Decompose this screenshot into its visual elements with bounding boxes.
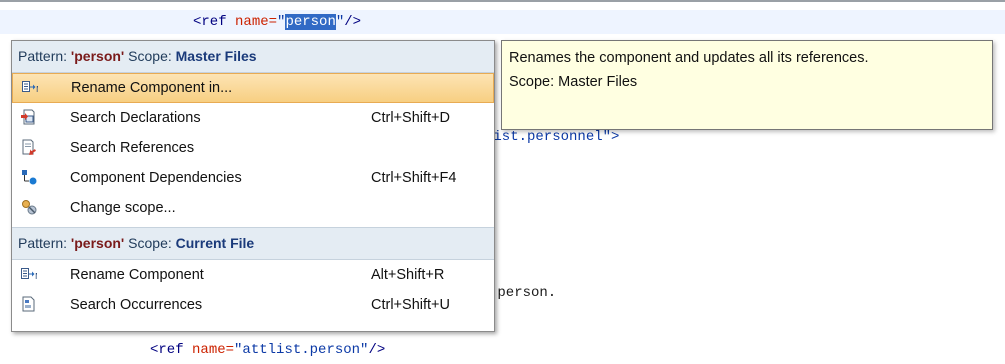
svg-text:N: N bbox=[36, 85, 38, 94]
menu-item-label: Rename Component in... bbox=[71, 80, 233, 96]
menu-item-search-references[interactable]: Search References bbox=[12, 133, 494, 163]
menu-item-label: Search References bbox=[70, 140, 195, 156]
menu-item-search-declarations[interactable]: Search Declarations Ctrl+Shift+D bbox=[12, 103, 494, 133]
code-attr-name: name= bbox=[192, 342, 235, 358]
code-line-ref-attlist[interactable]: <ref name="attlist.person"/> bbox=[150, 342, 385, 358]
component-dependencies-icon bbox=[22, 170, 37, 185]
tooltip-scope: Scope: Master Files bbox=[509, 74, 638, 90]
menu-item-rename-component[interactable]: N Rename Component Alt+Shift+R bbox=[12, 260, 494, 290]
code-tag-open: <ref bbox=[193, 14, 236, 30]
pattern-label: Pattern: bbox=[18, 235, 68, 251]
refactoring-popup-menu: Pattern: 'person' Scope: Master Files N … bbox=[11, 40, 495, 332]
current-line-highlight bbox=[0, 10, 1005, 34]
menu-item-rename-component-in[interactable]: N Rename Component in... bbox=[12, 73, 494, 103]
rename-icon: N bbox=[22, 81, 38, 94]
code-line-fragment-2[interactable]: person. bbox=[489, 285, 556, 301]
scope-value: Master Files bbox=[175, 48, 257, 64]
section-header-master-files: Pattern: 'person' Scope: Master Files bbox=[12, 41, 494, 73]
pattern-value: 'person' bbox=[70, 235, 125, 251]
scope-label: Scope: bbox=[128, 48, 172, 64]
svg-text:N: N bbox=[35, 272, 37, 281]
code-tag-close: /> bbox=[368, 342, 386, 358]
menu-item-shortcut: Ctrl+Shift+F4 bbox=[371, 170, 457, 186]
scope-label: Scope: bbox=[128, 235, 172, 251]
pattern-value: 'person' bbox=[70, 48, 125, 64]
code-attr-value: "attlist.person" bbox=[234, 342, 369, 358]
rename-icon: N bbox=[21, 268, 37, 281]
code-quote: " bbox=[335, 14, 345, 30]
editor-border bbox=[0, 0, 1005, 2]
menu-item-shortcut: Ctrl+Shift+U bbox=[371, 297, 450, 313]
menu-item-change-scope[interactable]: Change scope... bbox=[12, 193, 494, 223]
selected-text[interactable]: person bbox=[285, 14, 336, 30]
search-occurrences-icon bbox=[22, 296, 35, 312]
change-scope-icon bbox=[22, 200, 37, 215]
pattern-label: Pattern: bbox=[18, 48, 68, 64]
menu-item-label: Change scope... bbox=[70, 200, 176, 216]
scope-value: Current File bbox=[175, 235, 255, 251]
code-tag-close: /> bbox=[344, 14, 362, 30]
code-attr-value: list.personnel"> bbox=[485, 129, 620, 145]
menu-item-label: Search Declarations bbox=[70, 110, 201, 126]
code-tag-open: <ref bbox=[150, 342, 193, 358]
section-header-current-file: Pattern: 'person' Scope: Current File bbox=[12, 227, 494, 260]
menu-item-shortcut: Ctrl+Shift+D bbox=[371, 110, 450, 126]
search-declarations-icon bbox=[21, 109, 35, 125]
search-references-icon bbox=[22, 139, 36, 155]
menu-item-component-dependencies[interactable]: Component Dependencies Ctrl+Shift+F4 bbox=[12, 163, 494, 193]
menu-item-label: Rename Component bbox=[70, 267, 204, 283]
menu-item-label: Component Dependencies bbox=[70, 170, 242, 186]
code-line-fragment[interactable]: list.personnel"> bbox=[485, 129, 619, 145]
tooltip-description: Renames the component and updates all it… bbox=[509, 50, 869, 66]
action-description-tooltip: Renames the component and updates all it… bbox=[501, 40, 993, 130]
menu-item-shortcut: Alt+Shift+R bbox=[371, 267, 445, 283]
code-attr-name: name= bbox=[235, 14, 278, 30]
code-line-ref-person[interactable]: <ref name="person"/> bbox=[193, 14, 361, 30]
menu-item-search-occurrences[interactable]: Search Occurrences Ctrl+Shift+U bbox=[12, 290, 494, 320]
menu-item-label: Search Occurrences bbox=[70, 297, 203, 313]
